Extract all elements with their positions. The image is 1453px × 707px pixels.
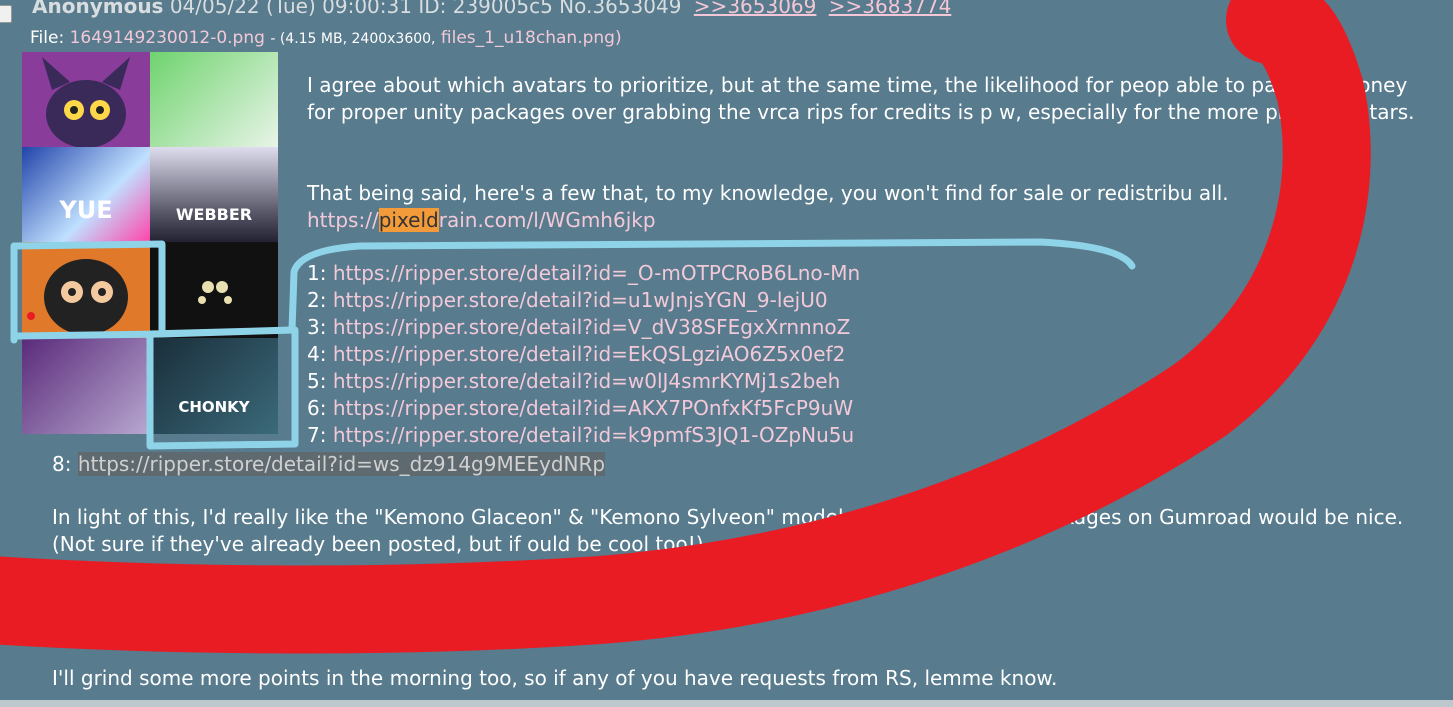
list-number: 6: [307,396,327,420]
list-number: 1: [307,261,327,285]
avatar-face-icon [42,57,130,147]
list-number: 2: [307,288,327,312]
list-item: 5: https://ripper.store/detail?id=w0lJ4s… [307,368,860,395]
list-item: 2: https://ripper.store/detail?id=u1wJnj… [307,287,860,314]
image-thumbnail[interactable]: YUE WEBBER CHONKY [22,52,278,434]
post-paragraph: That being said, here's a few that, to m… [307,180,1417,234]
list-number: 3: [307,315,327,339]
post-paragraph: In light of this, I'd really like the "K… [52,505,1404,556]
avatar-face-icon [44,259,128,335]
file-link[interactable]: 1649149230012-0.png [70,28,265,48]
list-number: 5: [307,369,327,393]
backlink[interactable]: >>3683774 [829,0,952,18]
ripper-link[interactable]: https://ripper.store/detail?id=w0lJ4smrK… [333,369,840,393]
file-details: - (4.15 MB, 2400x3600, [270,31,436,47]
thumbnail-label: CHONKY [178,398,250,416]
thumbnail-label: YUE [59,196,113,224]
post-select-checkbox[interactable] [0,5,12,23]
list-item: 1: https://ripper.store/detail?id=_O-mOT… [307,260,860,287]
list-number: 7: [307,423,327,447]
link-part: rain.com/l/WGmh6jkp [438,208,656,232]
post-number[interactable]: No.3653049 [559,0,681,18]
thumbnail-tile: YUE [22,147,150,242]
list-item: 7: https://ripper.store/detail?id=k9pmfS… [307,422,860,449]
thumbnail-tile [22,338,150,434]
ripper-link[interactable]: https://ripper.store/detail?id=_O-mOTPCR… [333,261,860,285]
ripper-link[interactable]: https://ripper.store/detail?id=k9pmfS3JQ… [333,423,854,447]
thumbnail-tile [150,242,278,338]
spider-icon [198,281,232,304]
post-divider [0,700,1453,707]
post-paragraph: I'll grind some more points in the morni… [52,666,1058,690]
post-datetime: 04/05/22 (Tue) 09:00:31 [169,0,412,18]
pixeldrain-link[interactable]: https://pixeldrain.com/l/WGmh6jkp [307,208,656,232]
poster-id: ID: 239005c5 [418,0,553,18]
thumbnail-tile [22,52,150,147]
link-highlight: pixeld [378,208,439,232]
ripper-link[interactable]: https://ripper.store/detail?id=V_dV38SFE… [333,315,850,339]
thumbnail-label: WEBBER [175,205,253,224]
thumbnail-tile: WEBBER [150,147,278,242]
ripper-link-selected[interactable]: https://ripper.store/detail?id=ws_dz914g… [77,452,606,476]
ripper-link[interactable]: https://ripper.store/detail?id=u1wJnjsYG… [333,288,828,312]
link-part: https:// [307,208,379,232]
list-item: 4: https://ripper.store/detail?id=EkQSLg… [307,341,860,368]
backlink[interactable]: >>3653069 [694,0,817,18]
list-item: 8: https://ripper.store/detail?id=ws_dz9… [52,451,606,478]
link-list: 1: https://ripper.store/detail?id=_O-mOT… [307,260,860,449]
file-info: File: 1649149230012-0.png - (4.15 MB, 24… [30,28,622,48]
post-paragraph: I agree about which avatars to prioritiz… [307,73,1415,124]
file-label: File: [30,28,65,48]
list-item: 3: https://ripper.store/detail?id=V_dV38… [307,314,860,341]
post-paragraph-text: That being said, here's a few that, to m… [307,181,1229,205]
thumbnail-tile [150,52,278,147]
thumbnail-tile [22,242,150,338]
list-number: 8: [52,452,72,476]
list-number: 4: [307,342,327,366]
original-filename[interactable]: files_1_u18chan.png) [441,28,622,48]
list-item: 6: https://ripper.store/detail?id=AKX7PO… [307,395,860,422]
thumbnail-tile: CHONKY [150,338,278,434]
ripper-link[interactable]: https://ripper.store/detail?id=EkQSLgziA… [333,342,845,366]
poster-name: Anonymous [32,0,164,18]
ripper-link[interactable]: https://ripper.store/detail?id=AKX7POnfx… [333,396,853,420]
